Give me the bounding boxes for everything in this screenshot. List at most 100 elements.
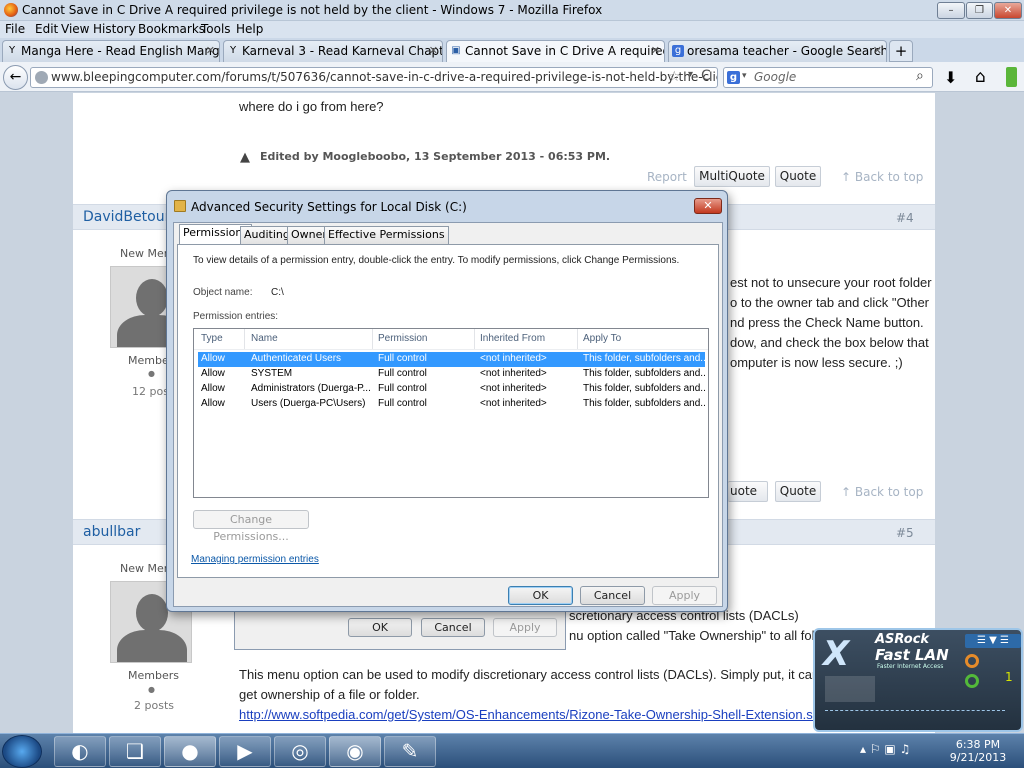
addon-icon[interactable] xyxy=(1006,67,1017,87)
ie-icon[interactable]: ◐ xyxy=(54,736,106,767)
menu-help[interactable]: Help xyxy=(236,22,263,36)
media-player-icon[interactable]: ▶ xyxy=(219,736,271,767)
search-input[interactable]: Google xyxy=(723,67,933,88)
menu-edit[interactable]: Edit xyxy=(35,22,58,36)
tab-close-icon[interactable]: ✕ xyxy=(651,41,660,61)
permission-row[interactable]: Allow SYSTEM Full control <not inherited… xyxy=(198,367,705,382)
quote-button[interactable]: Quote xyxy=(775,166,821,187)
engine-dropdown-icon[interactable]: ▾ xyxy=(742,71,747,81)
home-icon[interactable]: ⌂ xyxy=(975,67,986,87)
permission-row[interactable]: Allow Authenticated Users Full control <… xyxy=(198,352,705,367)
chrome-icon[interactable]: ◎ xyxy=(274,736,326,767)
paint-icon[interactable]: ✎ xyxy=(384,736,436,767)
post-number[interactable]: #5 xyxy=(896,526,914,540)
maximize-button[interactable]: ❐ xyxy=(966,2,993,19)
properties-ok-button[interactable]: OK xyxy=(348,618,412,637)
back-arrow-icon[interactable]: ← xyxy=(3,65,28,90)
menu-file[interactable]: File xyxy=(5,22,25,36)
system-tray[interactable]: ▴ ⚐ ▣ ♫ xyxy=(860,742,910,756)
properties-apply-button[interactable]: Apply xyxy=(493,618,557,637)
asrock-brand: ASRock xyxy=(875,632,930,647)
cell-name: Authenticated Users xyxy=(251,353,342,364)
cell-apply-to: This folder, subfolders and... xyxy=(583,383,705,394)
widget-status-icon xyxy=(965,654,979,668)
url-bar[interactable]: www.bleepingcomputer.com/forums/t/507636… xyxy=(30,67,718,88)
permission-row[interactable]: Allow Users (Duerga-PC\Users) Full contr… xyxy=(198,397,705,412)
multiquote-button[interactable]: MultiQuote xyxy=(694,166,770,187)
menu-bookmarks[interactable]: Bookmarks xyxy=(138,22,205,36)
multiquote-button[interactable]: uote xyxy=(728,481,768,502)
menu-view[interactable]: View xyxy=(61,22,89,36)
yahoo-icon: Y xyxy=(8,45,16,56)
report-link[interactable]: Report xyxy=(647,170,687,184)
tab-manga-here[interactable]: Y Manga Here - Read English Manga Fr... … xyxy=(2,40,220,62)
menu-bar: File Edit View History Bookmarks Tools H… xyxy=(0,21,1024,38)
post-text: where do i go from here? xyxy=(239,99,384,114)
minimize-button[interactable]: – xyxy=(937,2,965,19)
dialog-ok-button[interactable]: OK xyxy=(508,586,573,605)
col-type[interactable]: Type xyxy=(201,333,223,344)
permission-row[interactable]: Allow Administrators (Duerga-P... Full c… xyxy=(198,382,705,397)
col-permission[interactable]: Permission xyxy=(378,333,427,344)
tab-karneval[interactable]: Y Karneval 3 - Read Karneval Chapter 3 .… xyxy=(223,40,443,62)
col-name[interactable]: Name xyxy=(251,333,278,344)
firefox-taskbar-icon[interactable]: ● xyxy=(164,736,216,767)
tab-auditing[interactable]: Auditing xyxy=(240,226,294,244)
tab-google-search[interactable]: g oresama teacher - Google Search ✕ xyxy=(668,40,887,62)
tab-close-icon[interactable]: ✕ xyxy=(429,41,438,61)
dialog-apply-button[interactable]: Apply xyxy=(652,586,717,605)
back-to-top-link[interactable]: ↑ Back to top xyxy=(841,170,923,184)
post-count: 2 posts xyxy=(134,699,174,712)
col-inherited-from[interactable]: Inherited From xyxy=(480,333,545,344)
tab-effective-permissions[interactable]: Effective Permissions xyxy=(324,226,449,244)
google-engine-icon[interactable]: g xyxy=(727,71,740,84)
security-app-icon[interactable]: ◉ xyxy=(329,736,381,767)
dialog-close-button[interactable]: ✕ xyxy=(694,198,722,214)
widget-graph xyxy=(825,676,875,702)
url-text: www.bleepingcomputer.com/forums/t/507636… xyxy=(51,70,717,84)
start-button[interactable] xyxy=(2,735,42,768)
asrock-fastlan-widget[interactable]: X ASRock Fast LAN Faster Internet Access… xyxy=(813,628,1023,732)
search-icon[interactable]: ⌕ xyxy=(916,68,924,84)
softpedia-link[interactable]: http://www.softpedia.com/get/System/OS-E… xyxy=(239,707,837,722)
change-permissions-button[interactable]: Change Permissions... xyxy=(193,510,309,543)
permission-entries-list[interactable]: Type Name Permission Inherited From Appl… xyxy=(193,328,709,498)
widget-refresh-icon[interactable] xyxy=(965,674,979,688)
explorer-icon[interactable]: ❑ xyxy=(109,736,161,767)
url-dropdown-icon[interactable]: ▾ xyxy=(688,69,693,80)
menu-tools[interactable]: Tools xyxy=(201,22,231,36)
bookmark-star-icon[interactable]: ☆ xyxy=(668,69,681,85)
post-number[interactable]: #4 xyxy=(896,211,914,225)
post-line: o to the owner tab and click "Other xyxy=(730,295,929,310)
tab-close-icon[interactable]: ✕ xyxy=(873,41,882,61)
bleepingcomputer-icon: ▣ xyxy=(451,45,461,56)
cell-type: Allow xyxy=(201,398,225,409)
new-tab-button[interactable]: + xyxy=(889,40,913,62)
window-title: Cannot Save in C Drive A required privil… xyxy=(22,3,603,17)
asrock-x-logo: X xyxy=(823,634,850,674)
tab-cannot-save[interactable]: ▣ Cannot Save in C Drive A required pri.… xyxy=(446,40,665,62)
post-author[interactable]: abullbar xyxy=(83,524,140,540)
tab-label: Manga Here - Read English Manga Fr... xyxy=(21,44,220,58)
post-author[interactable]: DavidBetour xyxy=(83,209,170,225)
managing-permission-entries-link[interactable]: Managing permission entries xyxy=(191,554,319,565)
widget-scale xyxy=(825,710,1005,716)
col-apply-to[interactable]: Apply To xyxy=(583,333,621,344)
reload-icon[interactable]: C xyxy=(701,68,711,84)
tab-close-icon[interactable]: ✕ xyxy=(206,41,215,61)
dialog-cancel-button[interactable]: Cancel xyxy=(580,586,645,605)
object-name-label: Object name: xyxy=(193,287,253,298)
close-window-button[interactable]: ✕ xyxy=(994,2,1022,19)
window-title-bar[interactable]: Cannot Save in C Drive A required privil… xyxy=(0,0,1024,21)
back-to-top-link[interactable]: ↑ Back to top xyxy=(841,485,923,499)
widget-menu-icon[interactable]: ☰ ▼ ☰ xyxy=(965,634,1021,648)
post-line: omputer is now less secure. ;) xyxy=(730,355,903,370)
clock[interactable]: 6:38 PM 9/21/2013 xyxy=(944,738,1012,764)
properties-cancel-button[interactable]: Cancel xyxy=(421,618,485,637)
quote-button[interactable]: Quote xyxy=(775,481,821,502)
menu-history[interactable]: History xyxy=(93,22,136,36)
list-header: Type Name Permission Inherited From Appl… xyxy=(194,329,708,350)
cell-type: Allow xyxy=(201,353,225,364)
download-icon[interactable]: ⬇ xyxy=(944,68,957,87)
cell-apply-to: This folder, subfolders and... xyxy=(583,398,705,409)
